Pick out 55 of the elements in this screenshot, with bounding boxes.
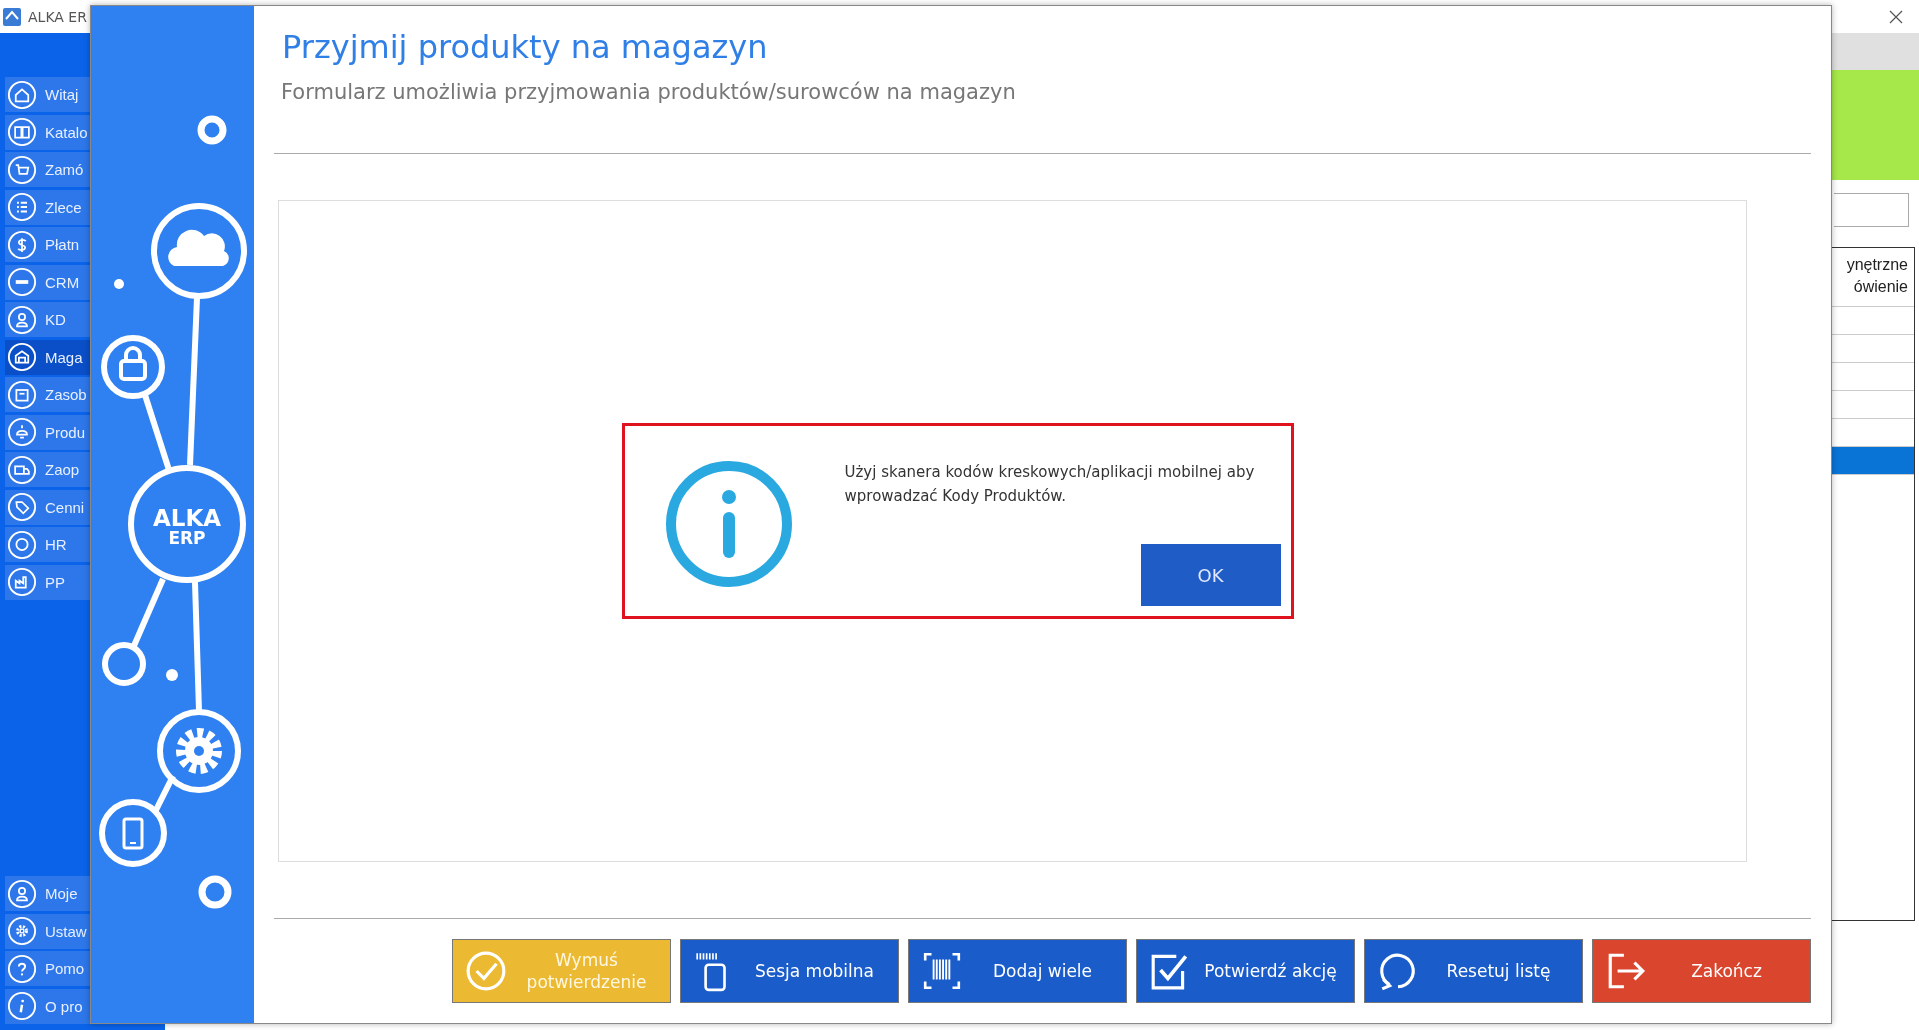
form-title: Przyjmij produkty na magazyn [282,28,769,66]
person-icon [7,304,37,335]
sidebar-item[interactable]: Płatn [5,227,90,262]
phone-icon [122,817,144,850]
list-icon [7,192,37,222]
lock-icon [119,346,147,381]
settings-icon [7,916,37,946]
form-subtitle: Formularz umożliwia przyjmowania produktów/surowców na magazyn [281,80,1017,104]
sidebar-item[interactable]: O pro [5,988,90,1024]
book-icon [7,117,37,147]
message-text: Użyj skanera kodów kreskowych/aplikacji mobilnej aby wprowadzać Kody Produktów. [844,462,1256,507]
logo-text: ALKA ERP [152,505,222,548]
dollar-icon [7,229,37,260]
action-button[interactable]: Potwierdź akcję [1136,939,1355,1003]
sidebar-item[interactable]: Ustaw [5,913,90,949]
window-title: ALKA ER [28,8,87,25]
input-field[interactable] [1834,193,1909,227]
ok-button[interactable]: OK [1140,544,1281,606]
factory-icon [7,567,37,597]
home-icon [7,79,37,110]
sidebar-item[interactable]: Zlece [5,189,90,225]
sidebar-item[interactable]: Produ [5,414,90,450]
help-icon [7,953,37,984]
sidebar-item[interactable]: Pomo [5,951,90,986]
sidebar-item[interactable]: Moje [5,876,90,911]
tag-icon [7,492,37,522]
check-circle-icon [465,950,507,992]
sidebar-item[interactable]: KD [5,302,90,337]
sidebar-item[interactable]: HR [5,527,90,562]
action-button[interactable]: Zakończ [1592,939,1811,1003]
sidebar-item[interactable]: CRM [5,264,90,300]
truck-icon [7,454,37,485]
box-icon [7,379,37,410]
user-icon [7,878,37,909]
sidebar-item[interactable]: Zasob [5,377,90,412]
sidebar-item[interactable]: Maga [5,339,90,375]
sidebar-item[interactable]: Zamó [5,152,90,187]
action-button[interactable]: Sesja mobilna [680,939,899,1003]
sidebar-item[interactable]: Cenni [5,489,90,525]
cart-icon [7,154,37,185]
cloud-icon [168,229,229,266]
info-icon [664,460,793,588]
action-button[interactable]: Dodaj wiele [908,939,1127,1003]
sidebar-item[interactable]: PP [5,564,90,600]
close-icon[interactable] [1889,9,1903,24]
gear-icon [176,728,222,774]
barcode-scan-icon [921,950,963,992]
action-button[interactable]: Resetuj listę [1364,939,1583,1003]
warehouse-icon [7,342,37,372]
table-row[interactable] [1832,447,1914,475]
sidebar-item[interactable]: Katalo [5,114,90,150]
sidebar-item[interactable]: Witaj [5,77,90,112]
lamp-icon [7,417,37,447]
info-icon [7,991,37,1021]
sidebar-item[interactable]: Zaop [5,452,90,487]
